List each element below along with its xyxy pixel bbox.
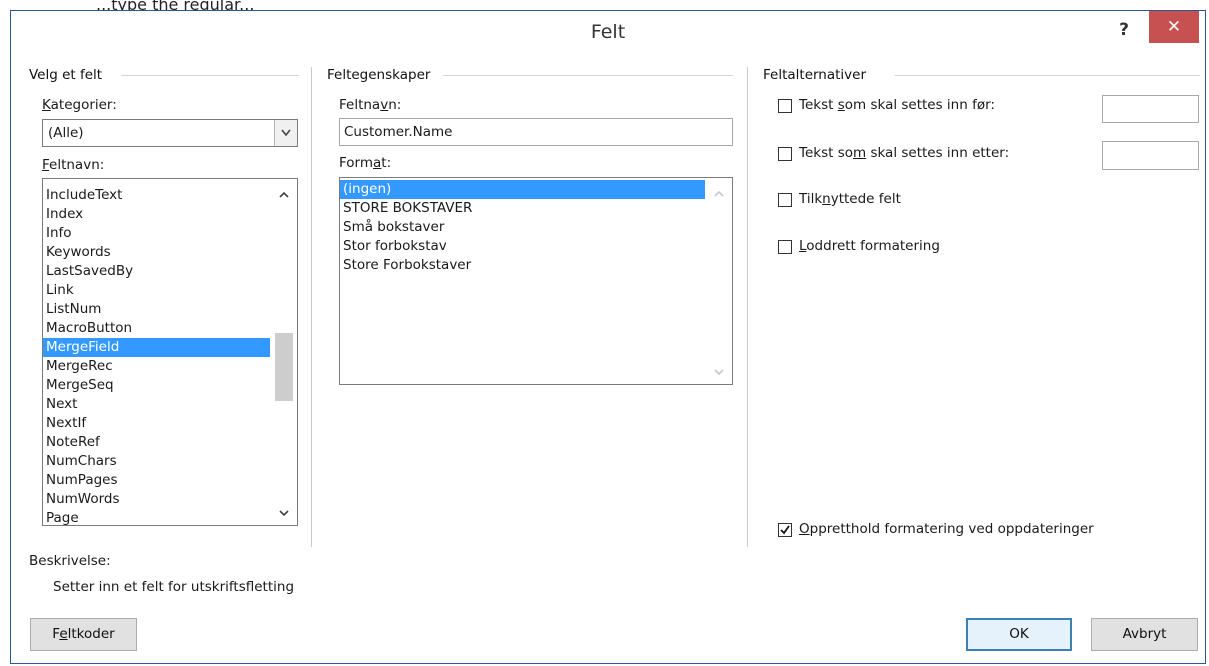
group-divider bbox=[443, 75, 733, 76]
keep-formatting-label: Oppretthold formatering ved oppdateringe… bbox=[799, 521, 1094, 537]
format-scrollbar[interactable] bbox=[706, 178, 732, 384]
mapped-fields-label: Tilknyttede felt bbox=[799, 191, 901, 207]
title-bar: Felt ? ✕ bbox=[11, 11, 1205, 55]
list-item[interactable]: STORE BOKSTAVER bbox=[340, 199, 705, 218]
fieldnames-label: Feltnavn: bbox=[42, 157, 105, 173]
list-item[interactable]: NoteRef bbox=[43, 433, 270, 452]
group-divider bbox=[121, 75, 299, 76]
format-list: (ingen) STORE BOKSTAVER Små bokstaver St… bbox=[340, 180, 705, 275]
close-icon: ✕ bbox=[1166, 17, 1182, 37]
column-separator bbox=[311, 67, 312, 547]
categories-label: Kategorier: bbox=[42, 97, 117, 113]
format-label: Format: bbox=[339, 155, 392, 171]
scroll-thumb[interactable] bbox=[275, 333, 293, 401]
fieldname-input-value: Customer.Name bbox=[344, 124, 453, 140]
keep-formatting-checkbox[interactable] bbox=[778, 523, 792, 537]
dialog-title: Felt bbox=[590, 21, 626, 43]
text-after-input[interactable] bbox=[1102, 141, 1199, 170]
list-item[interactable]: LastSavedBy bbox=[43, 262, 270, 281]
chevron-up-icon bbox=[714, 190, 724, 197]
chevron-down-icon bbox=[714, 369, 724, 376]
column-separator bbox=[747, 67, 748, 547]
ok-button[interactable]: OK bbox=[966, 618, 1072, 651]
list-item[interactable]: Info bbox=[43, 224, 270, 243]
mapped-fields-checkbox[interactable] bbox=[778, 193, 792, 207]
scroll-down-button[interactable] bbox=[711, 366, 727, 382]
list-item[interactable]: MergeSeq bbox=[43, 376, 270, 395]
list-item[interactable]: Stor forbokstav bbox=[340, 237, 705, 256]
scroll-up-button[interactable] bbox=[276, 189, 292, 205]
field-dialog: Felt ? ✕ Velg et felt Kategorier: (Alle)… bbox=[10, 10, 1206, 664]
cancel-button[interactable]: Avbryt bbox=[1091, 618, 1198, 651]
list-item[interactable]: Store Forbokstaver bbox=[340, 256, 705, 275]
category-combobox[interactable]: (Alle) bbox=[42, 119, 298, 147]
list-item[interactable]: MacroButton bbox=[43, 319, 270, 338]
choose-field-group-title: Velg et felt bbox=[29, 67, 103, 83]
list-item[interactable]: Next bbox=[43, 395, 270, 414]
list-item[interactable]: NumPages bbox=[43, 471, 270, 490]
text-before-label: Tekst som skal settes inn før: bbox=[799, 97, 995, 113]
text-before-input[interactable] bbox=[1102, 95, 1199, 123]
list-item[interactable]: NumWords bbox=[43, 490, 270, 509]
category-dropdown-button[interactable] bbox=[274, 120, 297, 146]
list-item[interactable]: Små bokstaver bbox=[340, 218, 705, 237]
group-divider bbox=[895, 75, 1200, 76]
format-listbox[interactable]: (ingen) STORE BOKSTAVER Små bokstaver St… bbox=[339, 177, 733, 385]
text-before-checkbox[interactable] bbox=[778, 99, 792, 113]
chevron-down-icon bbox=[279, 510, 289, 517]
field-names-listbox[interactable]: IncludeText Index Info Keywords LastSave… bbox=[42, 178, 298, 526]
list-item[interactable]: Keywords bbox=[43, 243, 270, 262]
field-codes-button[interactable]: Feltkoder bbox=[30, 618, 137, 651]
list-item[interactable]: Link bbox=[43, 281, 270, 300]
field-options-group-title: Feltalternativer bbox=[763, 67, 867, 83]
fieldname-label: Feltnavn: bbox=[339, 97, 402, 113]
text-after-label: Tekst som skal settes inn etter: bbox=[799, 145, 1010, 161]
list-item[interactable]: Page bbox=[43, 509, 270, 525]
scroll-up-button[interactable] bbox=[711, 188, 727, 204]
field-properties-group-title: Feltegenskaper bbox=[327, 67, 431, 83]
chevron-down-icon bbox=[281, 129, 291, 137]
vertical-formatting-label: Loddrett formatering bbox=[799, 238, 940, 254]
list-item[interactable]: Index bbox=[43, 205, 270, 224]
list-item-selected[interactable]: (ingen) bbox=[340, 180, 705, 199]
close-button[interactable]: ✕ bbox=[1149, 11, 1199, 43]
scroll-down-button[interactable] bbox=[276, 507, 292, 523]
list-item[interactable]: NextIf bbox=[43, 414, 270, 433]
help-button[interactable]: ? bbox=[1105, 15, 1143, 45]
chevron-up-icon bbox=[279, 191, 289, 198]
list-item[interactable]: ListNum bbox=[43, 300, 270, 319]
list-item-selected[interactable]: MergeField bbox=[43, 338, 270, 357]
category-selected-value: (Alle) bbox=[48, 125, 84, 141]
fieldname-input[interactable]: Customer.Name bbox=[339, 118, 733, 146]
description-label: Beskrivelse: bbox=[29, 553, 111, 569]
field-names-list: IncludeText Index Info Keywords LastSave… bbox=[43, 186, 270, 525]
vertical-formatting-checkbox[interactable] bbox=[778, 240, 792, 254]
list-item[interactable]: NumChars bbox=[43, 452, 270, 471]
description-text: Setter inn et felt for utskriftsfletting bbox=[53, 579, 295, 595]
check-icon bbox=[780, 525, 790, 535]
text-after-checkbox[interactable] bbox=[778, 147, 792, 161]
list-item[interactable]: MergeRec bbox=[43, 357, 270, 376]
field-names-scrollbar[interactable] bbox=[271, 179, 297, 525]
list-item[interactable]: IncludeText bbox=[43, 186, 270, 205]
